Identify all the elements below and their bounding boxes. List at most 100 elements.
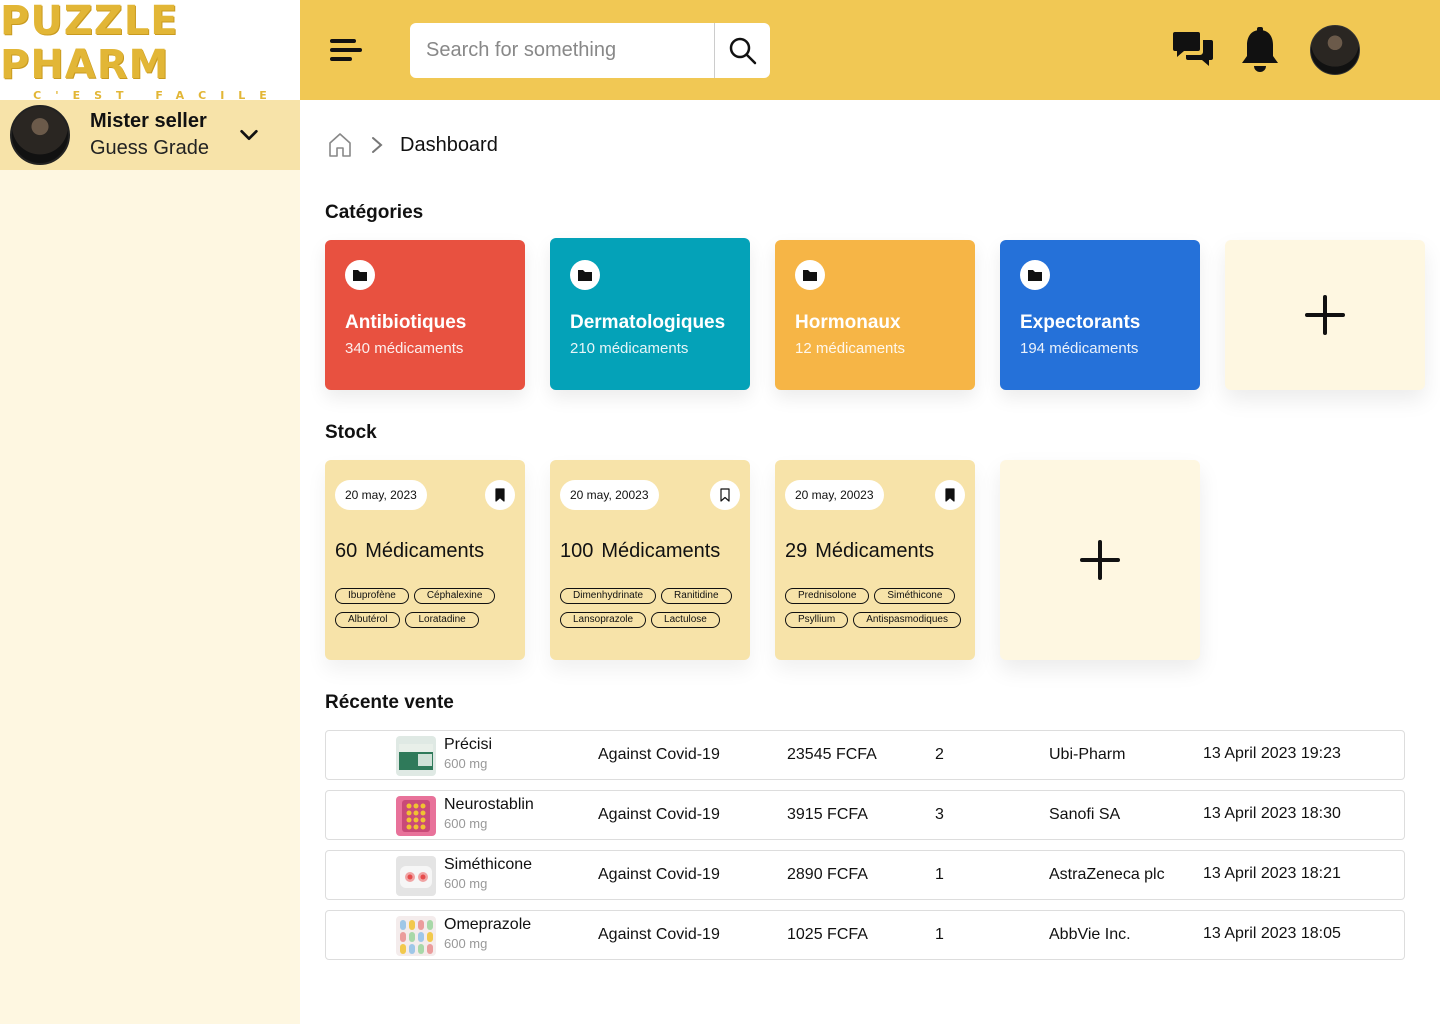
sale-datetime: 13 April 2023 18:30 — [1203, 805, 1341, 822]
medicine-tag[interactable]: Prednisolone — [785, 588, 870, 604]
product-name: Siméthicone — [444, 856, 533, 873]
category-count: 194 médicaments — [1020, 340, 1139, 357]
sale-datetime: 13 April 2023 18:21 — [1203, 865, 1341, 882]
breadcrumb-current: Dashboard — [400, 133, 498, 156]
folder-icon — [345, 260, 375, 290]
user-avatar — [10, 105, 70, 165]
product-dose: 600 mg — [444, 756, 488, 771]
medicine-tag[interactable]: Ibuprofène — [335, 588, 409, 604]
table-row[interactable]: Neurostablin 600 mg Against Covid-19 391… — [325, 790, 1405, 840]
bookmark-filled-icon[interactable] — [485, 480, 515, 510]
supplier: Ubi-Pharm — [1049, 746, 1126, 763]
profile-avatar[interactable] — [1310, 25, 1360, 75]
bell-icon[interactable] — [1240, 26, 1280, 74]
sale-price: 2890 FCFA — [787, 866, 868, 883]
recent-sales-heading: Récente vente — [325, 692, 454, 713]
table-row[interactable]: Précisi 600 mg Against Covid-19 23545 FC… — [325, 730, 1405, 780]
search-button[interactable] — [714, 23, 770, 78]
bookmark-outline-icon[interactable] — [710, 480, 740, 510]
category-card-hormonaux[interactable]: Hormonaux 12 médicaments — [775, 240, 975, 390]
sale-quantity: 1 — [935, 926, 944, 943]
sale-quantity: 2 — [935, 746, 944, 763]
product-image — [396, 796, 436, 836]
stock-label: Médicaments — [365, 540, 485, 562]
product-image — [396, 916, 436, 956]
medicine-tag[interactable]: Psyllium — [785, 612, 849, 628]
stock-count: 60 — [335, 540, 358, 562]
logo-title: PUZZLE PHARM — [0, 0, 179, 88]
medicine-tag[interactable]: Céphalexine — [413, 588, 496, 604]
product-dose: 600 mg — [444, 936, 488, 951]
stock-date: 20 may, 20023 — [785, 480, 884, 510]
menu-icon[interactable] — [328, 33, 364, 67]
chevron-right-icon — [372, 137, 383, 153]
stock-date: 20 may, 2023 — [335, 480, 427, 510]
sale-price: 3915 FCFA — [787, 806, 868, 823]
product-name: Neurostablin — [444, 796, 534, 813]
table-row[interactable]: Siméthicone 600 mg Against Covid-19 2890… — [325, 850, 1405, 900]
sale-quantity: 1 — [935, 866, 944, 883]
user-profile[interactable]: Mister seller Guess Grade — [0, 100, 300, 170]
product-dose: 600 mg — [444, 816, 488, 831]
table-row[interactable]: Omeprazole 600 mg Against Covid-19 1025 … — [325, 910, 1405, 960]
categories-heading: Catégories — [325, 202, 424, 223]
search-input[interactable] — [410, 23, 710, 78]
stock-label: Médicaments — [601, 540, 721, 562]
category-name: Antibiotiques — [345, 312, 467, 333]
sale-datetime: 13 April 2023 18:05 — [1203, 925, 1341, 942]
search-bar — [410, 23, 770, 78]
stock-date: 20 may, 20023 — [560, 480, 659, 510]
add-stock-button[interactable] — [1000, 460, 1200, 660]
medicine-tag[interactable]: Dimenhydrinate — [560, 588, 657, 604]
stock-count-title: 60 Médicaments — [335, 540, 484, 563]
category-name: Expectorants — [1020, 312, 1141, 333]
category-name: Dermatologiques — [570, 312, 726, 333]
medicine-tag[interactable]: Lactulose — [651, 612, 720, 628]
chat-icon[interactable] — [1172, 28, 1214, 70]
folder-icon — [1020, 260, 1050, 290]
category-card-expectorants[interactable]: Expectorants 194 médicaments — [1000, 240, 1200, 390]
medicine-tag[interactable]: Loratadine — [405, 612, 479, 628]
search-icon — [729, 37, 756, 64]
bookmark-filled-icon[interactable] — [935, 480, 965, 510]
stock-heading: Stock — [325, 422, 377, 443]
medicine-tag[interactable]: Albutérol — [335, 612, 401, 628]
stock-count: 29 — [785, 540, 808, 562]
breadcrumb: Dashboard — [328, 132, 498, 158]
medicine-tag[interactable]: Ranitidine — [661, 588, 732, 604]
category-card-antibiotiques[interactable]: Antibiotiques 340 médicaments — [325, 240, 525, 390]
stock-count-title: 29 Médicaments — [785, 540, 934, 563]
stock-card[interactable]: 20 may, 20023 100 Médicaments Dimenhydrin… — [550, 460, 750, 660]
sale-quantity: 3 — [935, 806, 944, 823]
category-count: 210 médicaments — [570, 340, 689, 357]
top-bar — [300, 0, 1440, 100]
home-icon[interactable] — [328, 132, 352, 158]
folder-icon — [570, 260, 600, 290]
stock-count-title: 100 Médicaments — [560, 540, 720, 563]
product-name: Précisi — [444, 736, 493, 753]
sale-datetime: 13 April 2023 19:23 — [1203, 745, 1341, 762]
supplier: Sanofi SA — [1049, 806, 1121, 823]
add-category-button[interactable] — [1225, 240, 1425, 390]
category-card-dermatologiques[interactable]: Dermatologiques 210 médicaments — [550, 238, 750, 390]
product-dose: 600 mg — [444, 876, 488, 891]
user-grade: Guess Grade — [90, 137, 209, 159]
chevron-down-icon[interactable] — [238, 124, 260, 146]
stock-card[interactable]: 20 may, 20023 29 Médicaments Prednisolone… — [775, 460, 975, 660]
sidebar: PUZZLE PHARM C'EST FACILE Mister seller … — [0, 0, 300, 1024]
plus-icon — [1305, 295, 1345, 335]
logo[interactable]: PUZZLE PHARM C'EST FACILE — [0, 0, 300, 102]
medicine-tag[interactable]: Antispasmodiques — [853, 612, 961, 628]
product-use: Against Covid-19 — [598, 746, 720, 763]
category-count: 12 médicaments — [795, 340, 906, 357]
stock-label: Médicaments — [815, 540, 935, 562]
medicine-tag[interactable]: Lansoprazole — [560, 612, 647, 628]
medicine-tag[interactable]: Siméthicone — [874, 588, 956, 604]
category-count: 340 médicaments — [345, 340, 464, 357]
stock-count: 100 — [560, 540, 594, 562]
supplier: AstraZeneca plc — [1049, 866, 1165, 883]
user-name: Mister seller — [90, 110, 207, 132]
plus-icon — [1080, 540, 1120, 580]
sale-price: 23545 FCFA — [787, 746, 877, 763]
stock-card[interactable]: 20 may, 2023 60 Médicaments Ibuprofène Cé… — [325, 460, 525, 660]
